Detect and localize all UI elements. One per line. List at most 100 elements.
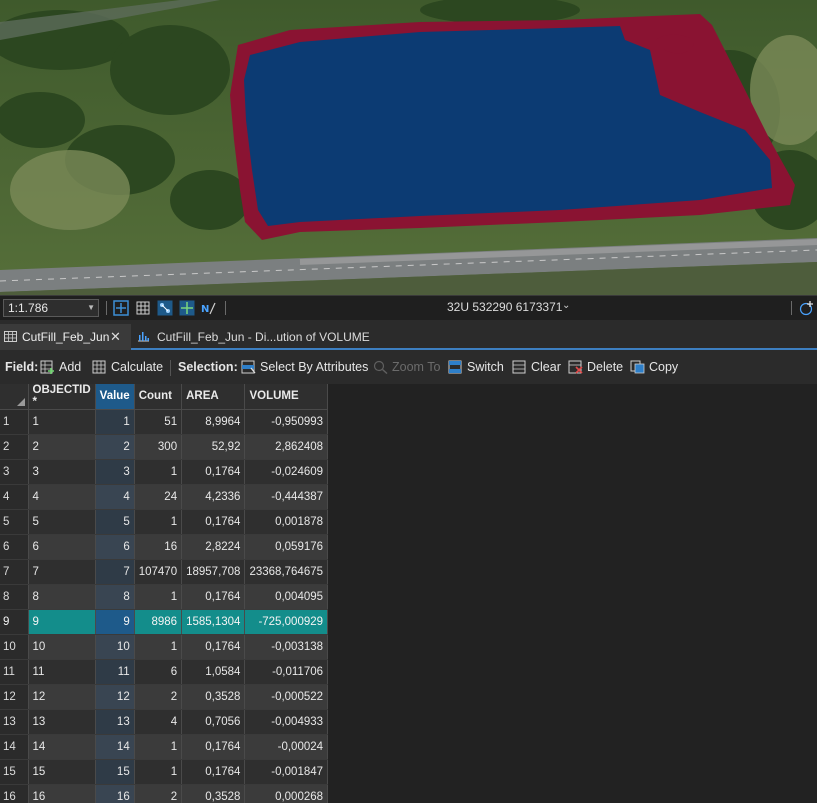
cell-count[interactable]: 1 — [134, 509, 183, 535]
cell-value[interactable]: 5 — [95, 509, 135, 535]
cell-value[interactable]: 16 — [95, 784, 135, 803]
cell-value[interactable]: 6 — [95, 534, 135, 560]
cell-count[interactable]: 1 — [134, 634, 183, 660]
cell-objectid[interactable]: 10 — [28, 634, 96, 660]
cell-volume[interactable]: 2,862408 — [244, 434, 329, 460]
row-header[interactable]: 16 — [0, 784, 29, 803]
row-header[interactable]: 1 — [0, 409, 29, 435]
column-header-value[interactable]: Value — [95, 384, 135, 410]
cell-area[interactable]: 8,9964 — [181, 409, 246, 435]
row-header[interactable]: 10 — [0, 634, 29, 660]
cell-volume[interactable]: 0,004095 — [244, 584, 329, 610]
tab-chart[interactable]: CutFill_Feb_Jun - Di...ution of VOLUME — [133, 324, 383, 350]
cell-objectid[interactable]: 1 — [28, 409, 96, 435]
cell-value[interactable]: 7 — [95, 559, 135, 585]
cell-objectid[interactable]: 11 — [28, 659, 96, 685]
cell-volume[interactable]: -0,024609 — [244, 459, 329, 485]
cell-value[interactable]: 9 — [95, 609, 135, 635]
select-by-attributes-button[interactable]: Select By Attributes — [241, 359, 368, 375]
constraints-icon[interactable] — [179, 300, 195, 316]
cell-area[interactable]: 4,2336 — [181, 484, 246, 510]
row-header[interactable]: 15 — [0, 759, 29, 785]
cell-count[interactable]: 8986 — [134, 609, 183, 635]
cell-area[interactable]: 0,1764 — [181, 584, 246, 610]
row-header[interactable]: 13 — [0, 709, 29, 735]
cell-count[interactable]: 107470 — [134, 559, 183, 585]
north-arrow-icon[interactable]: N — [201, 300, 217, 316]
cell-objectid[interactable]: 15 — [28, 759, 96, 785]
cell-area[interactable]: 1,0584 — [181, 659, 246, 685]
cell-count[interactable]: 51 — [134, 409, 183, 435]
cell-area[interactable]: 0,1764 — [181, 459, 246, 485]
cell-volume[interactable]: -725,000929 — [244, 609, 329, 635]
cell-objectid[interactable]: 5 — [28, 509, 96, 535]
cell-objectid[interactable]: 16 — [28, 784, 96, 803]
column-header-area[interactable]: AREA — [181, 384, 246, 410]
table-row[interactable]: 8 8 8 1 0,1764 0,004095 — [0, 584, 329, 610]
table-row[interactable]: 9 9 9 8986 1585,1304 -725,000929 — [0, 609, 329, 635]
table-row[interactable]: 6 6 6 16 2,8224 0,059176 — [0, 534, 329, 560]
cell-count[interactable]: 2 — [134, 684, 183, 710]
add-to-map-icon[interactable] — [799, 300, 815, 316]
row-header[interactable]: 11 — [0, 659, 29, 685]
extent-indicator-icon[interactable] — [113, 300, 129, 316]
cell-objectid[interactable]: 2 — [28, 434, 96, 460]
add-field-button[interactable]: Add — [40, 359, 81, 375]
cell-objectid[interactable]: 12 — [28, 684, 96, 710]
cell-area[interactable]: 0,1764 — [181, 734, 246, 760]
cell-value[interactable]: 3 — [95, 459, 135, 485]
table-row[interactable]: 16 16 16 2 0,3528 0,000268 — [0, 784, 329, 803]
cell-objectid[interactable]: 9 — [28, 609, 96, 635]
cell-value[interactable]: 4 — [95, 484, 135, 510]
cell-objectid[interactable]: 14 — [28, 734, 96, 760]
cell-count[interactable]: 1 — [134, 734, 183, 760]
cell-count[interactable]: 2 — [134, 784, 183, 803]
cell-value[interactable]: 11 — [95, 659, 135, 685]
cell-volume[interactable]: -0,00024 — [244, 734, 329, 760]
row-header[interactable]: 2 — [0, 434, 29, 460]
cell-volume[interactable]: 23368,764675 — [244, 559, 329, 585]
column-header-count[interactable]: Count — [134, 384, 183, 410]
chevron-down-icon[interactable]: ⌄ — [562, 300, 570, 311]
cell-volume[interactable]: -0,001847 — [244, 759, 329, 785]
cell-count[interactable]: 1 — [134, 459, 183, 485]
cell-count[interactable]: 6 — [134, 659, 183, 685]
table-row[interactable]: 11 11 11 6 1,0584 -0,011706 — [0, 659, 329, 685]
cell-value[interactable]: 1 — [95, 409, 135, 435]
select-all-corner[interactable] — [0, 384, 29, 410]
cell-area[interactable]: 0,3528 — [181, 684, 246, 710]
row-header[interactable]: 3 — [0, 459, 29, 485]
cell-area[interactable]: 1585,1304 — [181, 609, 246, 635]
cell-objectid[interactable]: 13 — [28, 709, 96, 735]
cell-objectid[interactable]: 7 — [28, 559, 96, 585]
calculate-field-button[interactable]: Calculate — [92, 359, 163, 375]
map-view[interactable] — [0, 0, 817, 295]
cell-volume[interactable]: -0,444387 — [244, 484, 329, 510]
cell-area[interactable]: 2,8224 — [181, 534, 246, 560]
cell-volume[interactable]: -0,950993 — [244, 409, 329, 435]
row-header[interactable]: 9 — [0, 609, 29, 635]
table-row[interactable]: 15 15 15 1 0,1764 -0,001847 — [0, 759, 329, 785]
cell-value[interactable]: 8 — [95, 584, 135, 610]
cell-volume[interactable]: 0,000268 — [244, 784, 329, 803]
row-header[interactable]: 12 — [0, 684, 29, 710]
cell-count[interactable]: 1 — [134, 584, 183, 610]
row-header[interactable]: 4 — [0, 484, 29, 510]
scale-selector[interactable]: 1:1.786 ▼ — [3, 299, 99, 317]
cell-count[interactable]: 16 — [134, 534, 183, 560]
close-icon[interactable]: ✕ — [110, 324, 121, 350]
copy-selection-button[interactable]: Copy — [630, 359, 678, 375]
grid-icon[interactable] — [135, 300, 151, 316]
cell-objectid[interactable]: 8 — [28, 584, 96, 610]
tab-attribute-table[interactable]: CutFill_Feb_Jun ✕ — [0, 324, 131, 350]
cell-area[interactable]: 0,3528 — [181, 784, 246, 803]
cell-value[interactable]: 2 — [95, 434, 135, 460]
cell-value[interactable]: 14 — [95, 734, 135, 760]
cell-volume[interactable]: -0,003138 — [244, 634, 329, 660]
table-row[interactable]: 14 14 14 1 0,1764 -0,00024 — [0, 734, 329, 760]
cell-count[interactable]: 300 — [134, 434, 183, 460]
cell-area[interactable]: 0,1764 — [181, 509, 246, 535]
cell-value[interactable]: 12 — [95, 684, 135, 710]
table-row[interactable]: 10 10 10 1 0,1764 -0,003138 — [0, 634, 329, 660]
table-row[interactable]: 3 3 3 1 0,1764 -0,024609 — [0, 459, 329, 485]
